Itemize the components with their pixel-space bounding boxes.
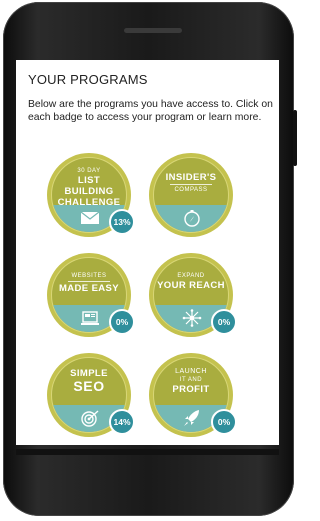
progress-badge: 0% [211,309,237,335]
badge-line: 30 DAY [77,168,101,174]
progress-badge: 0% [109,309,135,335]
side-button [293,110,297,166]
target-icon [81,410,99,427]
badge-line: INSIDER'S [165,172,217,183]
progress-badge: 0% [211,409,237,435]
progress-badge: 14% [109,409,135,435]
badge-simple-seo[interactable]: SIMPLE SEO 14% [47,353,135,437]
badge-launch-it-and-profit[interactable]: LAUNCH IT AND PROFIT 0% [149,353,237,437]
intro-text: Below are the programs you have access t… [28,99,273,123]
badge-line: MADE EASY [58,283,120,294]
badge-face: INSIDER'S COMPASS [153,157,229,233]
badge-expand-your-reach[interactable]: EXPAND YOUR REACH 0% [149,253,237,337]
badge-line: EXPAND [177,273,205,279]
badge-line: LAUNCH [175,368,207,375]
network-icon [182,309,202,327]
badge-list-building-challenge[interactable]: 30 DAY LIST BUILDING CHALLENGE 13% [47,153,135,237]
compass-icon [184,210,200,227]
badge-line: YOUR REACH [157,280,225,291]
badge-websites-made-easy[interactable]: WEBSITES MADE EASY 0% [47,253,135,337]
badge-line: CHALLENGE [57,197,121,208]
badge-line: LIST BUILDING [64,175,114,197]
phone-bottom-bezel [16,449,279,455]
envelope-icon [80,211,100,224]
page-title: YOUR PROGRAMS [28,72,148,87]
rocket-icon [184,410,199,426]
app-screen: YOUR PROGRAMS Below are the programs you… [16,60,279,445]
badge-insiders-compass[interactable]: INSIDER'S COMPASS [149,153,233,237]
badge-line: WEBSITES [71,273,107,279]
badge-line: PROFIT [172,384,210,395]
badge-line: COMPASS [174,187,208,193]
progress-badge: 13% [109,209,135,235]
badge-line: IT AND [179,377,203,383]
earpiece [124,28,182,33]
laptop-icon [81,311,99,325]
badge-line: SEO [73,378,105,394]
